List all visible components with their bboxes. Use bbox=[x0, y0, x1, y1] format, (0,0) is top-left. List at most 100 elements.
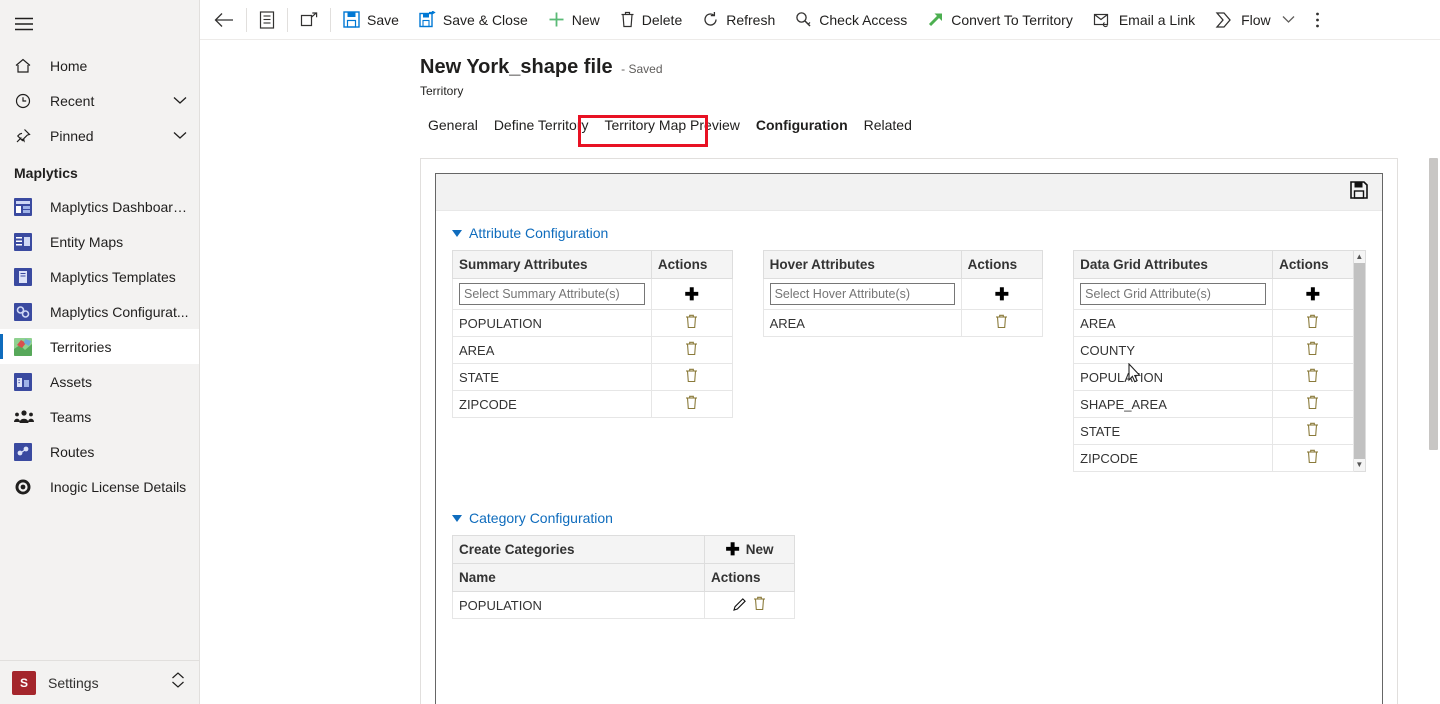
scroll-up-icon[interactable]: ▲ bbox=[1355, 253, 1363, 261]
add-hover-attribute-button[interactable]: ✚ bbox=[995, 285, 1009, 304]
divider bbox=[246, 7, 247, 32]
hover-attribute-select-input[interactable] bbox=[769, 283, 955, 305]
sidebar-item-label: Assets bbox=[50, 373, 93, 390]
delete-label: Delete bbox=[641, 11, 683, 28]
sidebar-item-assets[interactable]: Assets bbox=[0, 364, 199, 399]
back-button[interactable] bbox=[204, 0, 244, 40]
new-button[interactable]: New bbox=[538, 0, 610, 40]
add-grid-attribute-button[interactable]: ✚ bbox=[1306, 285, 1320, 304]
check-access-button[interactable]: Check Access bbox=[785, 0, 917, 40]
delete-row-icon[interactable] bbox=[685, 341, 698, 359]
delete-row-icon[interactable] bbox=[1306, 341, 1319, 359]
tab-define-territory[interactable]: Define Territory bbox=[486, 111, 597, 139]
save-and-close-button[interactable]: Save & Close bbox=[409, 0, 538, 40]
attribute-configuration-toggle[interactable]: Attribute Configuration bbox=[452, 225, 1366, 241]
table-row: POPULATION bbox=[452, 591, 795, 619]
delete-row-icon[interactable] bbox=[685, 314, 698, 332]
category-actions-cell bbox=[704, 591, 795, 619]
sidebar-item-maplytics-dashboard[interactable]: Maplytics Dashboard... bbox=[0, 189, 199, 224]
hamburger-menu-icon[interactable] bbox=[0, 0, 199, 48]
more-commands-button[interactable] bbox=[1305, 0, 1330, 40]
sidebar-item-label: Home bbox=[50, 57, 88, 74]
page-scrollbar[interactable] bbox=[1426, 150, 1440, 704]
delete-button[interactable]: Delete bbox=[610, 0, 692, 40]
panel-toolbar bbox=[436, 174, 1382, 211]
delete-row-icon[interactable] bbox=[1306, 449, 1319, 467]
sidebar-item-settings[interactable]: S Settings bbox=[0, 660, 199, 704]
sidebar-item-recent[interactable]: Recent bbox=[0, 83, 199, 118]
save-status: - Saved bbox=[621, 62, 663, 76]
settings-label: Settings bbox=[48, 674, 99, 691]
tab-general[interactable]: General bbox=[420, 111, 486, 139]
dashboard-icon bbox=[14, 197, 40, 217]
scroll-down-icon[interactable]: ▼ bbox=[1355, 461, 1363, 469]
sidebar-item-maplytics-templates[interactable]: Maplytics Templates bbox=[0, 259, 199, 294]
email-a-link-button[interactable]: Email a Link bbox=[1083, 0, 1205, 40]
hover-attributes-table: Hover Attributes Actions ✚ ARE bbox=[762, 250, 1044, 337]
chevron-down-icon[interactable] bbox=[171, 96, 189, 105]
sidebar-item-inogic-license-details[interactable]: Inogic License Details bbox=[0, 469, 199, 504]
templates-icon bbox=[14, 267, 40, 287]
sidebar-item-maplytics-configuration[interactable]: Maplytics Configurat... bbox=[0, 294, 199, 329]
chevron-down-icon[interactable] bbox=[171, 131, 189, 140]
expand-collapse-icon[interactable] bbox=[171, 672, 185, 693]
category-configuration-toggle[interactable]: Category Configuration bbox=[452, 510, 1366, 526]
form-body: Attribute Configuration Summary Attribut… bbox=[420, 158, 1398, 704]
floppy-save-icon[interactable] bbox=[1350, 180, 1368, 204]
chevron-down-icon[interactable] bbox=[1282, 15, 1295, 24]
add-summary-attribute-button[interactable]: ✚ bbox=[685, 285, 699, 304]
page-scroll-thumb[interactable] bbox=[1429, 158, 1438, 450]
save-button[interactable]: Save bbox=[333, 0, 409, 40]
category-name-header: Name bbox=[452, 563, 705, 592]
grid-attribute-name: SHAPE_AREA bbox=[1073, 390, 1274, 418]
grid-attribute-name: ZIPCODE bbox=[1073, 444, 1274, 472]
sidebar-item-teams[interactable]: Teams bbox=[0, 399, 199, 434]
delete-row-icon[interactable] bbox=[1306, 422, 1319, 440]
more-vertical-icon bbox=[1315, 12, 1319, 27]
delete-row-icon[interactable] bbox=[753, 596, 766, 614]
plus-icon bbox=[549, 12, 564, 27]
delete-row-icon[interactable] bbox=[995, 314, 1008, 332]
new-category-button[interactable]: ✚ New bbox=[705, 541, 794, 558]
entity-name: Territory bbox=[420, 84, 464, 98]
convert-to-territory-button[interactable]: Convert To Territory bbox=[917, 0, 1083, 40]
email-link-icon bbox=[1093, 13, 1108, 27]
summary-add-row: ✚ bbox=[452, 278, 733, 310]
record-header: New York_shape file - Saved Territory bbox=[200, 40, 1440, 98]
delete-row-icon[interactable] bbox=[685, 368, 698, 386]
routes-icon bbox=[14, 442, 40, 462]
delete-row-icon[interactable] bbox=[1306, 314, 1319, 332]
data-grid-scrollbar[interactable]: ▲ ▼ bbox=[1353, 250, 1366, 472]
delete-row-icon[interactable] bbox=[1306, 395, 1319, 413]
refresh-button[interactable]: Refresh bbox=[692, 0, 785, 40]
delete-row-icon[interactable] bbox=[685, 395, 698, 413]
table-row: ZIPCODE bbox=[1073, 444, 1354, 472]
sidebar-item-entity-maps[interactable]: Entity Maps bbox=[0, 224, 199, 259]
table-row: AREA bbox=[452, 336, 733, 364]
table-row: STATE bbox=[1073, 417, 1354, 445]
summary-attribute-select-input[interactable] bbox=[459, 283, 645, 305]
tab-configuration[interactable]: Configuration bbox=[748, 111, 856, 139]
sidebar-item-pinned[interactable]: Pinned bbox=[0, 118, 199, 153]
flow-button[interactable]: Flow bbox=[1205, 0, 1305, 40]
tab-territory-map-preview[interactable]: Territory Map Preview bbox=[596, 111, 747, 139]
summary-attributes-grid: Summary Attributes Actions ✚ P bbox=[452, 250, 733, 418]
scroll-thumb[interactable] bbox=[1353, 263, 1365, 459]
table-row: COUNTY bbox=[1073, 336, 1354, 364]
sidebar-item-home[interactable]: Home bbox=[0, 48, 199, 83]
sidebar-item-territories[interactable]: Territories bbox=[0, 329, 199, 364]
delete-row-icon[interactable] bbox=[1306, 368, 1319, 386]
form-selector-button[interactable] bbox=[249, 0, 285, 40]
sidebar-item-routes[interactable]: Routes bbox=[0, 434, 199, 469]
sidebar-item-label: Teams bbox=[50, 408, 92, 425]
create-categories-table: Create Categories ✚ New Name Actions POP… bbox=[452, 535, 795, 619]
grid-attribute-select-input[interactable] bbox=[1080, 283, 1267, 305]
edit-row-icon[interactable] bbox=[733, 597, 747, 614]
sidebar-item-label: Recent bbox=[50, 92, 95, 109]
new-label: New bbox=[571, 11, 600, 28]
maplytics-nav-list: Maplytics Dashboard... Entity Maps Maply… bbox=[0, 189, 199, 504]
magnifier-key-icon bbox=[796, 12, 811, 27]
tab-related[interactable]: Related bbox=[856, 111, 920, 139]
flow-icon bbox=[1215, 11, 1231, 28]
popout-button[interactable] bbox=[290, 0, 328, 40]
